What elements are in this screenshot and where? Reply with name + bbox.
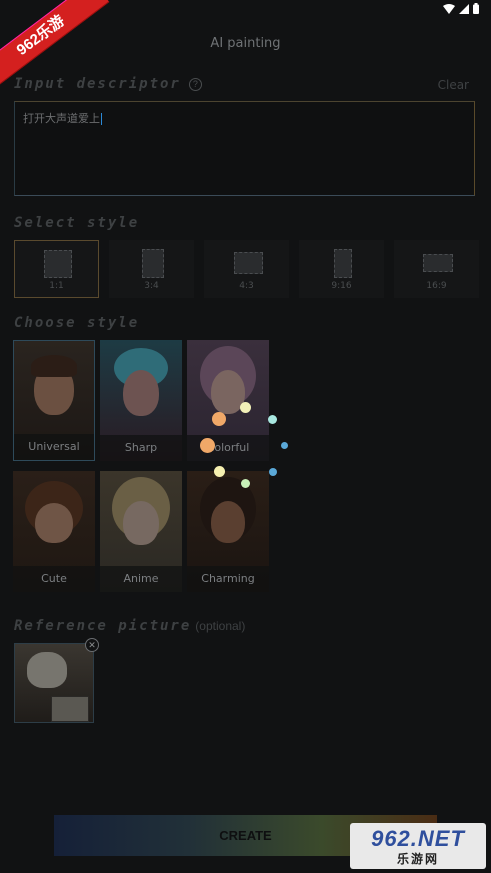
watermark-logo: 962.NET — [371, 826, 465, 852]
spinner-dot — [241, 479, 250, 488]
watermark-text: 乐游网 — [396, 851, 439, 866]
sheep-shape — [27, 652, 67, 688]
loading-spinner — [0, 0, 491, 873]
spinner-dot — [214, 466, 225, 477]
picture-frame-shape — [51, 696, 89, 722]
remove-reference-icon[interactable]: ✕ — [85, 638, 99, 652]
spinner-dot — [269, 468, 277, 476]
spinner-dot — [212, 412, 226, 426]
reference-heading: Reference picture (optional) — [14, 618, 245, 634]
watermark-digits: 962 — [371, 825, 411, 851]
spinner-dot — [240, 402, 251, 413]
reference-picture-thumbnail[interactable] — [14, 643, 94, 723]
site-watermark: 962.NET 乐游网 — [350, 823, 486, 869]
spinner-dot — [200, 438, 215, 453]
spinner-dot — [281, 442, 288, 449]
watermark-suffix: .NET — [410, 825, 465, 851]
reference-label: Reference picture — [14, 618, 192, 634]
optional-label: (optional) — [195, 619, 246, 633]
spinner-dot — [268, 415, 277, 424]
